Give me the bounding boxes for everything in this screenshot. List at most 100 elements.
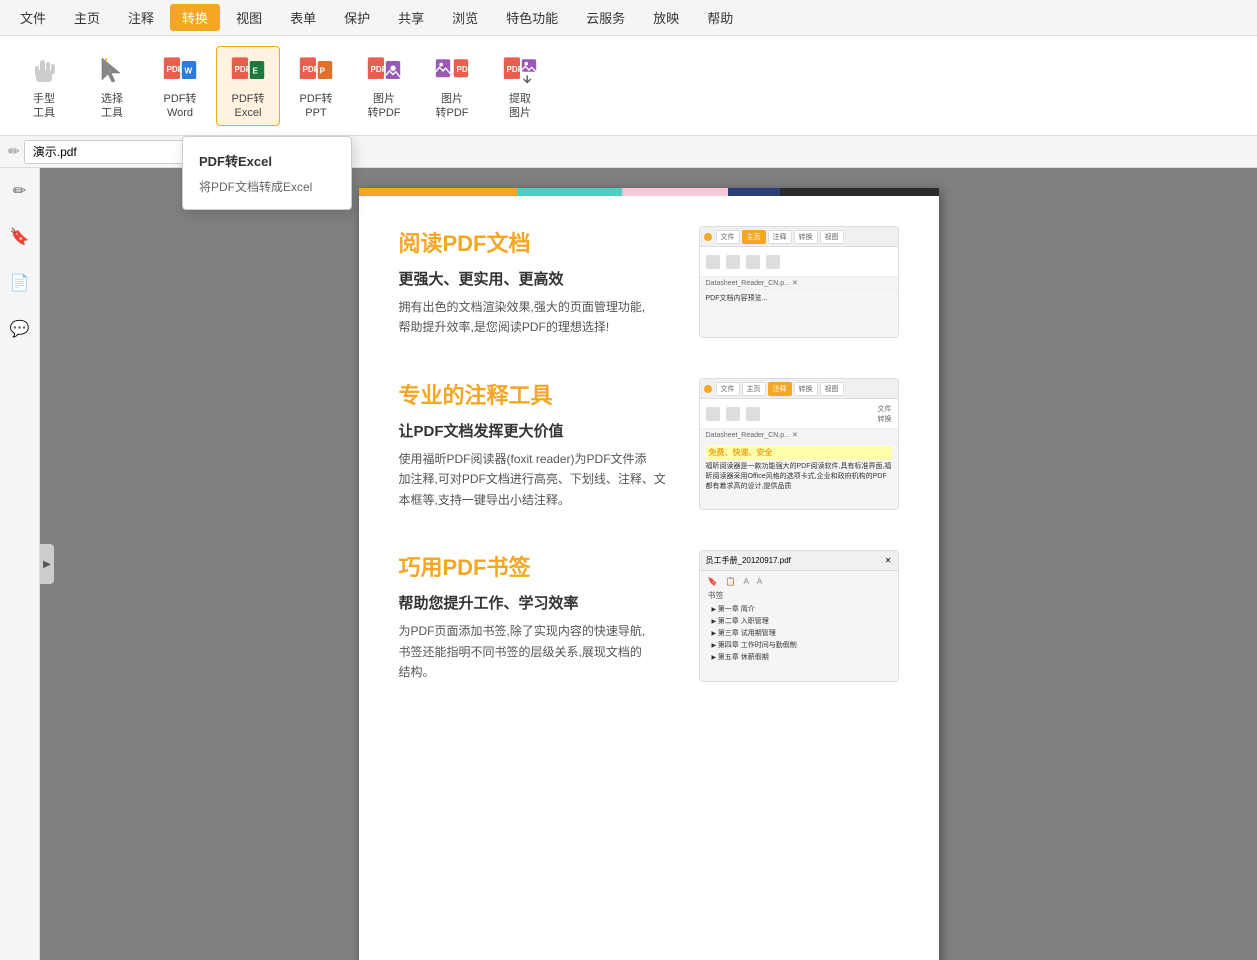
pdf-to-excel-button[interactable]: PDF → E PDF转Excel (216, 46, 280, 126)
bookmark-close-icon: ✕ (885, 556, 892, 565)
section-3-text: 巧用PDF书签 帮助您提升工作、学习效率 为PDF页面添加书签,除了实现内容的快… (399, 550, 679, 682)
mini-filename-2: Datasheet_Reader_CN.p... ✕ (700, 429, 898, 442)
bookmark-filename: 员工手册_20120917.pdf (706, 555, 791, 566)
extract-img-label: 提取图片 (509, 93, 531, 119)
section-2-subheading: 让PDF文档发挥更大价值 (399, 420, 679, 441)
section-3-subheading: 帮助您提升工作、学习效率 (399, 592, 679, 613)
menu-comment[interactable]: 注释 (116, 4, 166, 31)
bm-icon-3: A (743, 577, 748, 586)
image-to-pdf-button[interactable]: → PDF 图片转PDF (420, 46, 484, 126)
bookmark-section-title: 书签 (704, 588, 894, 603)
hand-tool-label: 手型工具 (33, 93, 55, 119)
section-1-body: 拥有出色的文档渲染效果,强大的页面管理功能,帮助提升效率,是您阅读PDF的理想选… (399, 297, 679, 338)
svg-text:PDF: PDF (457, 65, 471, 74)
menu-browse[interactable]: 浏览 (440, 4, 490, 31)
mini-tab2-convert: 转换 (794, 382, 818, 396)
tooltip-title: PDF转Excel (183, 145, 351, 176)
tooltip-desc: 将PDF文档转成Excel (183, 176, 351, 201)
sidebar-edit-icon[interactable]: ✏ (5, 176, 35, 206)
mini-tabs-1: 文件 主页 注释 转换 视图 (716, 230, 844, 244)
select-tool-button[interactable]: 选择工具 (80, 46, 144, 126)
mini-filename-1: Datasheet_Reader_CN.p... ✕ (700, 277, 898, 290)
menu-file[interactable]: 文件 (8, 4, 58, 31)
mini-tab-home: 主页 (742, 230, 766, 244)
mini-tab-view: 视图 (820, 230, 844, 244)
bookmark-item-1: 第一章 简介 (704, 603, 894, 615)
color-seg-4 (728, 188, 781, 196)
pdf-excel-label: PDF转Excel (232, 93, 265, 119)
pdf-to-word-button[interactable]: PDF → W PDF转Word (148, 46, 212, 126)
section-1-img: 文件 主页 注释 转换 视图 (699, 226, 899, 338)
color-bar (359, 188, 939, 196)
bookmark-toolbar-icons: 🔖 📋 A A (704, 575, 894, 588)
color-seg-5 (780, 188, 938, 196)
main-area: ✏ 🔖 📄 💬 ▶ 阅读PDF文档 更强大、更实用、更高效 (0, 168, 1257, 960)
menu-home[interactable]: 主页 (62, 4, 112, 31)
pdf-to-ppt-button[interactable]: PDF → P PDF转PPT (284, 46, 348, 126)
mini-tab2-view: 视图 (820, 382, 844, 396)
section-3-img: 员工手册_20120917.pdf ✕ 🔖 📋 A A 书签 (699, 550, 899, 682)
mini-body-text: 福昕阅读器是一款功能强大的PDF阅读软件,具有标准界面,福昕阅读器采用Offic… (706, 462, 892, 491)
mini-tabs-2: 文件 主页 注释 转换 视图 (716, 382, 844, 396)
section-2-body: 使用福昕PDF阅读器(foxit reader)为PDF文件添加注释,可对PDF… (399, 449, 679, 510)
mini-tab-convert: 转换 (794, 230, 818, 244)
mini-logo-2 (704, 385, 712, 393)
sidebar-bookmark-icon[interactable]: 🔖 (5, 222, 35, 252)
bm-icon-4: A (757, 577, 762, 586)
bookmark-item-2: 第二章 入职管理 (704, 615, 894, 627)
mini-icon-c (746, 407, 760, 421)
extract-image-button[interactable]: PDF 提取图片 (488, 46, 552, 126)
mini-app-bar-1: 文件 主页 注释 转换 视图 (700, 227, 898, 247)
mini-tab2-file: 文件 (716, 382, 740, 396)
mini-logo (704, 233, 712, 241)
sidebar: ✏ 🔖 📄 💬 (0, 168, 40, 960)
edit-pencil-icon: ✏ (8, 143, 20, 160)
mini-tab-file: 文件 (716, 230, 740, 244)
sidebar-comment-icon[interactable]: 💬 (5, 314, 35, 344)
menu-convert[interactable]: 转换 (170, 4, 220, 31)
bm-icon-1: 🔖 (708, 577, 718, 586)
image-to-pdf-icon: → PDF (433, 51, 471, 89)
pdf-section-3: 巧用PDF书签 帮助您提升工作、学习效率 为PDF页面添加书签,除了实现内容的快… (399, 550, 899, 682)
mini-app-2: 文件 主页 注释 转换 视图 (700, 379, 898, 509)
menu-help[interactable]: 帮助 (695, 4, 745, 31)
svg-text:P: P (320, 67, 326, 76)
svg-text:W: W (185, 67, 193, 76)
hand-icon (25, 51, 63, 89)
mini-content-2: 免费、快速、安全 福昕阅读器是一款功能强大的PDF阅读软件,具有标准界面,福昕阅… (700, 442, 898, 495)
menu-share[interactable]: 共享 (386, 4, 436, 31)
bm-icon-2: 📋 (725, 577, 735, 586)
pdf-page: 阅读PDF文档 更强大、更实用、更高效 拥有出色的文档渲染效果,强大的页面管理功… (359, 188, 939, 960)
bookmark-item-4: 第四章 工作时间与勤假制 (704, 639, 894, 651)
menu-form[interactable]: 表单 (278, 4, 328, 31)
bookmark-body: 🔖 📋 A A 书签 第一章 简介 第二章 入职管理 第三章 试用期管理 第四章… (700, 571, 898, 667)
tooltip-dropdown: PDF转Excel 将PDF文档转成Excel (182, 136, 352, 210)
pdf-word-icon: PDF → W (161, 51, 199, 89)
img-pdf-label: 图片转PDF (368, 93, 401, 119)
menu-slideshow[interactable]: 放映 (641, 4, 691, 31)
pdf-section-2: 专业的注释工具 让PDF文档发挥更大价值 使用福昕PDF阅读器(foxit re… (399, 378, 899, 510)
mini-tab2-comment: 注释 (768, 382, 792, 396)
menu-view[interactable]: 视图 (224, 4, 274, 31)
mini-tab-comment: 注释 (768, 230, 792, 244)
mini-bookmark: 员工手册_20120917.pdf ✕ 🔖 📋 A A 书签 (700, 551, 898, 681)
extract-icon: PDF (501, 51, 539, 89)
mini-content-1: PDF文档内容预览... (700, 290, 898, 309)
color-seg-3 (622, 188, 727, 196)
bookmark-item-5: 第五章 休薪假期 (704, 651, 894, 663)
section-2-img: 文件 主页 注释 转换 视图 (699, 378, 899, 510)
color-seg-1 (359, 188, 517, 196)
section-2-text: 专业的注释工具 让PDF文档发挥更大价值 使用福昕PDF阅读器(foxit re… (399, 378, 679, 510)
hand-tool-button[interactable]: 手型工具 (12, 46, 76, 126)
pdf-to-image-button[interactable]: PDF → 图片转PDF (352, 46, 416, 126)
menu-protect[interactable]: 保护 (332, 4, 382, 31)
collapse-panel-arrow[interactable]: ▶ (40, 544, 54, 584)
section-1-text: 阅读PDF文档 更强大、更实用、更高效 拥有出色的文档渲染效果,强大的页面管理功… (399, 226, 679, 338)
menu-cloud[interactable]: 云服务 (574, 4, 637, 31)
sidebar-pages-icon[interactable]: 📄 (5, 268, 35, 298)
section-3-heading: 巧用PDF书签 (399, 550, 679, 582)
svg-text:PDF: PDF (507, 65, 523, 74)
pdf-excel-icon: PDF → E (229, 51, 267, 89)
mini-app-bar-2: 文件 主页 注释 转换 视图 (700, 379, 898, 399)
menu-features[interactable]: 特色功能 (494, 4, 570, 31)
